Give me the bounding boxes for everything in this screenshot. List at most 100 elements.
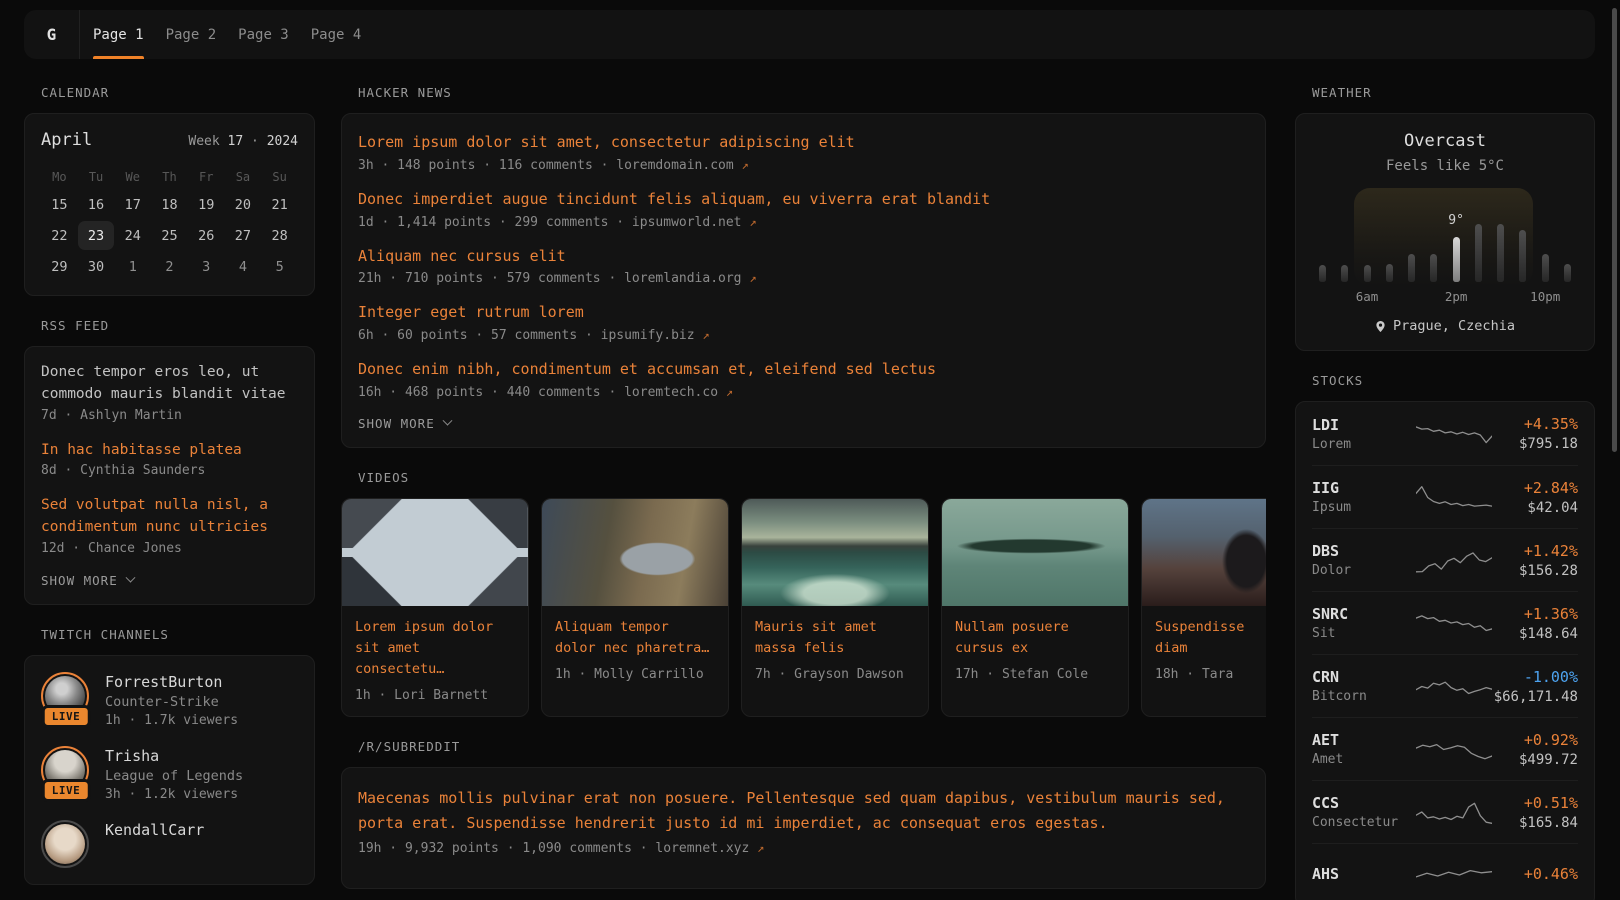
calendar-day-header: We: [114, 166, 151, 188]
stock-row[interactable]: CCS Consectetur +0.51% $165.84: [1312, 780, 1578, 843]
video-thumbnail[interactable]: [342, 499, 528, 606]
stock-id: CCS Consectetur: [1312, 794, 1416, 830]
tab-page-2[interactable]: Page 2: [166, 10, 217, 59]
weather-bar-slot: [1497, 196, 1504, 282]
channel-name[interactable]: KendallCarr: [105, 821, 204, 839]
weather-bar: [1430, 254, 1437, 282]
video-card[interactable]: Suspendisse diam 18h · Tara: [1141, 498, 1266, 717]
calendar-day-header: Tu: [78, 166, 115, 188]
logo[interactable]: G: [24, 10, 80, 59]
video-card-body: Nullam posuere cursus ex 17h · Stefan Co…: [942, 606, 1128, 695]
weather-bar-slot: [1319, 196, 1326, 282]
video-title[interactable]: Aliquam tempor dolor nec pharetra…: [555, 617, 715, 659]
video-carousel: Lorem ipsum dolor sit amet consectetu… 1…: [341, 498, 1266, 717]
scrollbar[interactable]: [1612, 8, 1617, 452]
external-link-icon: ↗: [702, 328, 709, 342]
weather-bar: [1341, 265, 1348, 282]
stock-id: IIG Ipsum: [1312, 479, 1416, 515]
calendar-day: 22: [41, 221, 78, 250]
hn-story: Donec imperdiet augue tincidunt felis al…: [358, 189, 1249, 230]
video-title[interactable]: Nullam posuere cursus ex: [955, 617, 1115, 659]
weather-time-label: 6am: [1356, 289, 1379, 304]
external-link-icon: ↗: [749, 271, 756, 285]
video-title[interactable]: Lorem ipsum dolor sit amet consectetu…: [355, 617, 515, 680]
subreddit-post-title[interactable]: Maecenas mollis pulvinar erat non posuer…: [358, 786, 1249, 837]
video-meta: 7h · Grayson Dawson: [755, 667, 915, 682]
subreddit-widget: /R/SUBREDDIT Maecenas mollis pulvinar er…: [341, 739, 1266, 889]
stock-sparkline: [1416, 671, 1492, 701]
calendar-month: April: [41, 130, 92, 150]
stock-row[interactable]: DBS Dolor +1.42% $156.28: [1312, 528, 1578, 591]
video-card[interactable]: Lorem ipsum dolor sit amet consectetu… 1…: [341, 498, 529, 717]
rss-item-title[interactable]: In hac habitasse platea: [41, 440, 298, 462]
hn-meta-text: 3h · 148 points · 116 comments · loremdo…: [358, 158, 734, 173]
video-thumbnail[interactable]: [742, 499, 928, 606]
hn-story-title[interactable]: Integer eget rutrum lorem: [358, 302, 1249, 324]
stock-id: AET Amet: [1312, 731, 1416, 767]
weather-bar: [1453, 237, 1460, 282]
rss-item-title[interactable]: Donec tempor eros leo, ut commodo mauris…: [41, 362, 298, 406]
stock-row[interactable]: CRN Bitcorn -1.00% $66,171.48: [1312, 654, 1578, 717]
weather-condition: Overcast: [1312, 131, 1578, 151]
calendar-day: 25: [151, 221, 188, 250]
video-thumbnail[interactable]: [542, 499, 728, 606]
stock-price: $795.18: [1492, 436, 1578, 452]
external-link-icon: ↗: [749, 215, 756, 229]
calendar-day: 20: [225, 190, 262, 219]
video-title[interactable]: Mauris sit amet massa felis: [755, 617, 915, 659]
tab-page-3[interactable]: Page 3: [238, 10, 289, 59]
week-prefix: Week: [188, 134, 219, 149]
hn-story-title[interactable]: Lorem ipsum dolor sit amet, consectetur …: [358, 132, 1249, 154]
channel-name[interactable]: Trisha: [105, 747, 243, 765]
subreddit-post: Maecenas mollis pulvinar erat non posuer…: [358, 786, 1249, 856]
hacker-news-widget: HACKER NEWS Lorem ipsum dolor sit amet, …: [341, 85, 1266, 448]
twitch-channel[interactable]: LIVE Trisha League of Legends 3h · 1.2k …: [41, 746, 298, 802]
stock-change: +0.92%: [1492, 731, 1578, 749]
rss-item-meta: 7d · Ashlyn Martin: [41, 408, 298, 423]
stock-change: +0.46%: [1492, 865, 1578, 883]
video-card[interactable]: Aliquam tempor dolor nec pharetra… 1h · …: [541, 498, 729, 717]
hn-story-title[interactable]: Donec imperdiet augue tincidunt felis al…: [358, 189, 1249, 211]
video-thumbnail[interactable]: [1142, 499, 1266, 606]
weather-chart: 9°: [1319, 196, 1571, 282]
stock-row[interactable]: SNRC Sit +1.36% $148.64: [1312, 591, 1578, 654]
rss-item-title[interactable]: Sed volutpat nulla nisl, a condimentum n…: [41, 495, 298, 539]
stock-price: $66,171.48: [1492, 689, 1578, 705]
calendar-day: 1: [114, 252, 151, 281]
stock-price: $156.28: [1492, 563, 1578, 579]
weather-time-label: 10pm: [1530, 289, 1560, 304]
hn-story-title[interactable]: Aliquam nec cursus elit: [358, 246, 1249, 268]
week-separator: ·: [251, 134, 259, 149]
stock-values: +4.35% $795.18: [1492, 415, 1578, 452]
channel-name[interactable]: ForrestBurton: [105, 673, 238, 691]
stock-row[interactable]: LDI Lorem +4.35% $795.18: [1312, 402, 1578, 465]
channel-game[interactable]: League of Legends: [105, 768, 243, 784]
video-card-body: Aliquam tempor dolor nec pharetra… 1h · …: [542, 606, 728, 695]
twitch-channel[interactable]: LIVE KendallCarr: [41, 820, 298, 868]
stock-row[interactable]: AHS +0.46%: [1312, 843, 1578, 900]
stock-sparkline: [1416, 734, 1492, 764]
tab-page-1[interactable]: Page 1: [93, 10, 144, 59]
calendar-day: 21: [261, 190, 298, 219]
weather-bar-slot: 9°: [1453, 196, 1460, 282]
stock-row[interactable]: IIG Ipsum +2.84% $42.04: [1312, 465, 1578, 528]
weather-time-labels: 6am2pm10pm: [1319, 289, 1571, 305]
channel-info: KendallCarr: [105, 820, 204, 842]
hn-story-title[interactable]: Donec enim nibh, condimentum et accumsan…: [358, 359, 1249, 381]
hn-show-more-button[interactable]: SHOW MORE: [358, 416, 1249, 431]
video-thumbnail[interactable]: [942, 499, 1128, 606]
channel-game[interactable]: Counter-Strike: [105, 694, 238, 710]
stock-row[interactable]: AET Amet +0.92% $499.72: [1312, 717, 1578, 780]
video-title[interactable]: Suspendisse diam: [1155, 617, 1266, 659]
header: G Page 1 Page 2 Page 3 Page 4: [24, 10, 1595, 59]
video-card[interactable]: Mauris sit amet massa felis 7h · Grayson…: [741, 498, 929, 717]
video-card[interactable]: Nullam posuere cursus ex 17h · Stefan Co…: [941, 498, 1129, 717]
stock-price: $499.72: [1492, 752, 1578, 768]
weather-feels-like: Feels like 5°C: [1312, 158, 1578, 174]
twitch-channel[interactable]: LIVE ForrestBurton Counter-Strike 1h · 1…: [41, 672, 298, 728]
rss-show-more-button[interactable]: SHOW MORE: [41, 573, 298, 588]
stock-price: $165.84: [1492, 815, 1578, 831]
stock-sparkline: [1416, 608, 1492, 638]
stocks-card: LDI Lorem +4.35% $795.18 IIG Ipsum: [1295, 401, 1595, 900]
tab-page-4[interactable]: Page 4: [311, 10, 362, 59]
